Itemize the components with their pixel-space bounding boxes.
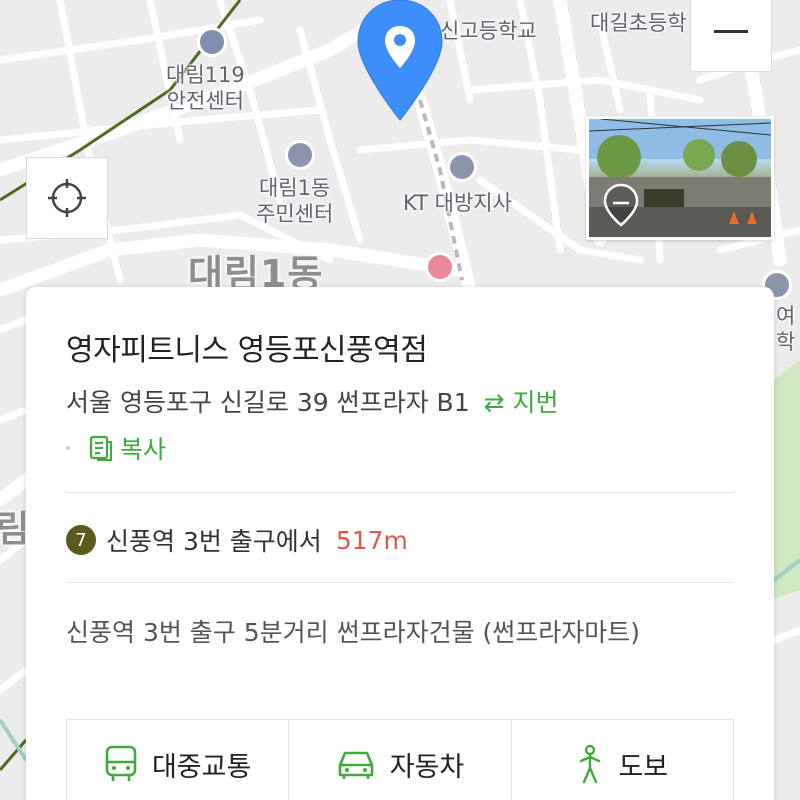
current-location-button[interactable] xyxy=(26,157,108,239)
route-car-label: 자동차 xyxy=(389,751,465,783)
map-label-kt: KT 대방지사 xyxy=(403,191,512,215)
copy-icon xyxy=(89,435,112,461)
street-view-thumbnail[interactable] xyxy=(586,116,774,240)
hospital-icon[interactable] xyxy=(425,252,455,282)
copy-address-button[interactable]: 복사 xyxy=(66,430,166,466)
map-label-edge-right: 여학 xyxy=(776,304,796,354)
bullet-dot xyxy=(66,446,70,450)
street-view-marker-icon xyxy=(603,183,639,227)
lot-number-toggle[interactable]: ⇄ 지번 xyxy=(484,388,559,417)
street-view-image xyxy=(589,119,771,237)
nearest-station: 7 신풍역 3번 출구에서 517m xyxy=(66,522,408,558)
route-transit-button[interactable]: 대중교통 xyxy=(67,720,290,800)
place-description: 신풍역 3번 출구 5분거리 썬프라자건물 (썬프라자마트) xyxy=(66,618,641,647)
station-distance: 517m xyxy=(335,525,408,555)
community-center-icon[interactable] xyxy=(285,140,315,170)
address-text: 서울 영등포구 신길로 39 썬프라자 B1 xyxy=(66,388,470,417)
location-pin-icon[interactable] xyxy=(354,0,446,126)
copy-label: 복사 xyxy=(120,435,167,464)
bus-icon xyxy=(105,745,137,781)
station-text: 신풍역 3번 출구에서 xyxy=(106,527,322,556)
place-name: 영자피트니스 영등포신풍역점 xyxy=(66,333,428,368)
route-car-button[interactable]: 자동차 xyxy=(289,720,512,800)
subway-line-badge: 7 xyxy=(66,525,96,555)
car-icon xyxy=(338,751,374,779)
zoom-out-button[interactable] xyxy=(690,0,772,72)
route-walk-button[interactable]: 도보 xyxy=(512,720,733,800)
map-label-elementary: 대길초등학 xyxy=(590,11,687,35)
divider xyxy=(66,492,734,493)
route-options: 대중교통 자동차 도보 xyxy=(66,719,734,800)
fire-station-icon[interactable] xyxy=(197,27,227,57)
map-label-high-school: 신고등학교 xyxy=(440,19,537,43)
route-walk-label: 도보 xyxy=(618,751,669,783)
kt-office-icon[interactable] xyxy=(447,152,477,182)
walking-person-icon xyxy=(580,744,601,784)
place-info-card[interactable]: 영자피트니스 영등포신풍역점 서울 영등포구 신길로 39 썬프라자 B1 ⇄ 지… xyxy=(26,287,774,800)
map-label-community-center: 대림1동 주민센터 xyxy=(256,176,334,226)
route-transit-label: 대중교통 xyxy=(151,751,252,783)
divider xyxy=(66,582,734,583)
crosshair-icon xyxy=(48,179,86,217)
address-line: 서울 영등포구 신길로 39 썬프라자 B1 ⇄ 지번 xyxy=(66,383,559,419)
minus-icon xyxy=(714,29,748,33)
map-label-fire-station: 대림119 안전센터 xyxy=(166,63,245,113)
